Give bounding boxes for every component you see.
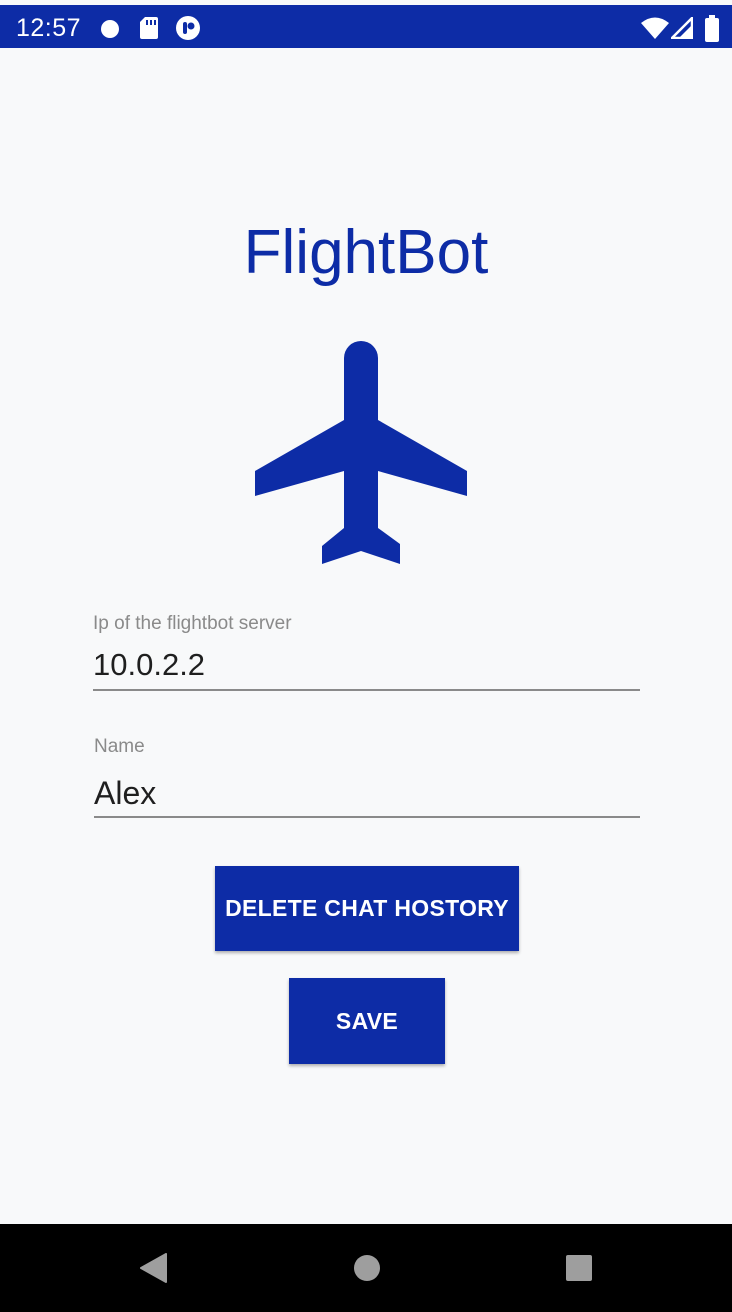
server-ip-field[interactable]: Ip of the flightbot server 10.0.2.2 [93, 613, 640, 691]
sd-card-icon [140, 17, 158, 39]
airplane-icon [255, 341, 467, 564]
battery-icon [705, 15, 719, 42]
name-field[interactable]: Name Alex [94, 736, 640, 818]
app-notification-icon [176, 16, 200, 40]
status-bar: 12:57 [0, 5, 732, 48]
server-ip-label: Ip of the flightbot server [93, 613, 292, 634]
back-icon[interactable] [140, 1253, 168, 1283]
server-ip-input[interactable]: 10.0.2.2 [93, 647, 640, 683]
main-content: FlightBot Ip of the flightbot server 10.… [0, 48, 732, 1224]
navigation-bar [0, 1224, 732, 1312]
recents-icon[interactable] [565, 1254, 593, 1282]
save-button[interactable]: SAVE [289, 978, 445, 1064]
cell-signal-icon [671, 17, 693, 39]
home-icon[interactable] [353, 1254, 381, 1282]
delete-chat-history-button[interactable]: DELETE CHAT HOSTORY [215, 866, 519, 951]
app-title: FlightBot [243, 218, 489, 287]
notification-dot-icon [101, 20, 119, 38]
wifi-icon [641, 17, 669, 39]
name-underline [94, 816, 640, 818]
status-time: 12:57 [16, 14, 82, 42]
server-ip-underline [93, 689, 640, 691]
name-input[interactable]: Alex [94, 774, 640, 812]
name-label: Name [94, 736, 145, 757]
